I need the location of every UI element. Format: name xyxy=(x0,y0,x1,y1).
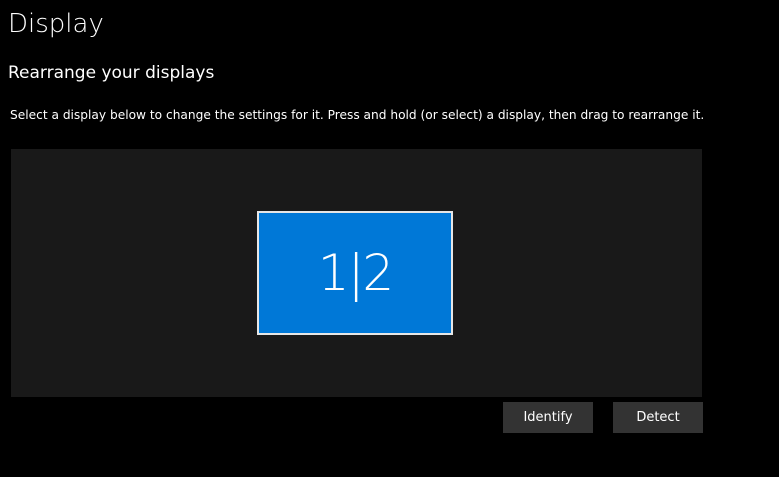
arrange-description: Select a display below to change the set… xyxy=(10,108,705,122)
display-number-label: 1|2 xyxy=(317,244,394,302)
page-title: Display xyxy=(8,9,104,39)
section-title: Rearrange your displays xyxy=(8,63,215,83)
display-arrangement-area[interactable]: 1|2 xyxy=(11,149,702,397)
display-tile[interactable]: 1|2 xyxy=(257,211,453,335)
detect-button[interactable]: Detect xyxy=(613,402,703,433)
identify-button[interactable]: Identify xyxy=(503,402,593,433)
